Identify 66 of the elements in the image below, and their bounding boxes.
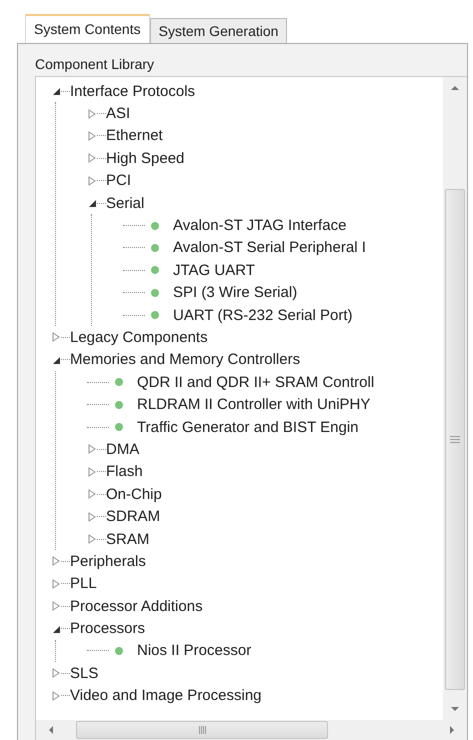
expanded-icon[interactable] bbox=[87, 198, 97, 208]
tree-item[interactable]: SRAM bbox=[106, 530, 150, 548]
tree-item[interactable]: Avalon-ST Serial Peripheral I bbox=[173, 239, 366, 256]
grip-icon bbox=[450, 436, 460, 443]
component-icon bbox=[115, 646, 123, 655]
tree-item[interactable]: Serial bbox=[106, 194, 144, 212]
collapsed-icon[interactable] bbox=[51, 578, 61, 589]
component-icon bbox=[115, 423, 123, 432]
tab[interactable]: System Contents bbox=[25, 14, 150, 44]
component-icon bbox=[115, 378, 123, 386]
tree-item[interactable]: PLL bbox=[70, 575, 97, 592]
scroll-thumb[interactable] bbox=[445, 189, 465, 690]
tab[interactable]: System Generation bbox=[150, 18, 288, 44]
tree-item[interactable]: On-Chip bbox=[106, 486, 162, 503]
collapsed-icon[interactable] bbox=[87, 489, 97, 500]
tree-item[interactable]: Processors bbox=[70, 620, 146, 638]
panel-title: Component Library bbox=[35, 56, 156, 72]
tree-item[interactable]: DMA bbox=[106, 440, 140, 458]
tree-item[interactable]: Memories and Memory Controllers bbox=[70, 351, 300, 368]
collapsed-icon[interactable] bbox=[87, 176, 97, 186]
collapsed-icon[interactable] bbox=[87, 534, 97, 544]
tree-item[interactable]: UART (RS-232 Serial Port) bbox=[173, 306, 353, 324]
tree-item[interactable]: JTAG UART bbox=[173, 262, 255, 279]
component-icon bbox=[151, 311, 159, 320]
tree-item[interactable]: Ethernet bbox=[106, 127, 163, 144]
collapsed-icon[interactable] bbox=[51, 332, 61, 342]
tree-item[interactable]: Peripherals bbox=[70, 552, 146, 570]
tree-item[interactable]: RLDRAM II Controller with UniPHY bbox=[137, 396, 370, 414]
collapsed-icon[interactable] bbox=[51, 556, 61, 566]
component-icon bbox=[151, 222, 159, 230]
tree-item[interactable]: Traffic Generator and BIST Engin bbox=[137, 418, 359, 436]
component-icon bbox=[151, 244, 159, 252]
collapsed-icon[interactable] bbox=[87, 512, 97, 522]
collapsed-icon[interactable] bbox=[87, 153, 97, 164]
tree-item[interactable]: Processor Additions bbox=[70, 598, 203, 615]
collapsed-icon[interactable] bbox=[51, 690, 61, 701]
expanded-icon[interactable] bbox=[51, 624, 61, 634]
tree-item[interactable]: Avalon-ST JTAG Interface bbox=[173, 217, 346, 234]
tree-item[interactable]: SDRAM bbox=[106, 508, 160, 526]
collapsed-icon[interactable] bbox=[51, 668, 61, 678]
scroll-thumb[interactable] bbox=[76, 721, 328, 739]
component-icon bbox=[151, 266, 159, 274]
scroll-up-icon[interactable] bbox=[450, 83, 460, 93]
expanded-icon[interactable] bbox=[51, 354, 61, 365]
tree-item[interactable]: Nios II Processor bbox=[137, 642, 252, 660]
tree-item[interactable]: SPI (3 Wire Serial) bbox=[173, 284, 298, 302]
collapsed-icon[interactable] bbox=[51, 601, 61, 612]
tree-item[interactable]: ASI bbox=[106, 105, 130, 122]
scroll-down-icon[interactable] bbox=[450, 704, 460, 714]
tree-item[interactable]: High Speed bbox=[106, 150, 184, 167]
expanded-icon[interactable] bbox=[51, 86, 61, 96]
component-icon bbox=[115, 400, 123, 409]
tree-item[interactable]: Video and Image Processing bbox=[70, 687, 262, 704]
grip-icon bbox=[198, 726, 206, 734]
tree-item[interactable]: PCI bbox=[106, 172, 132, 190]
collapsed-icon[interactable] bbox=[87, 130, 97, 141]
scroll-right-icon[interactable] bbox=[447, 725, 457, 735]
tree-item[interactable]: QDR II and QDR II+ SRAM Controll bbox=[137, 374, 374, 391]
collapsed-icon[interactable] bbox=[87, 108, 97, 119]
collapsed-icon[interactable] bbox=[87, 466, 97, 477]
component-icon bbox=[151, 288, 159, 297]
tree-item[interactable]: Flash bbox=[106, 463, 143, 480]
tree-item[interactable]: Interface Protocols bbox=[70, 82, 196, 100]
tree-item[interactable]: SLS bbox=[70, 664, 98, 682]
collapsed-icon[interactable] bbox=[87, 444, 97, 454]
tree-item[interactable]: Legacy Components bbox=[70, 328, 208, 346]
